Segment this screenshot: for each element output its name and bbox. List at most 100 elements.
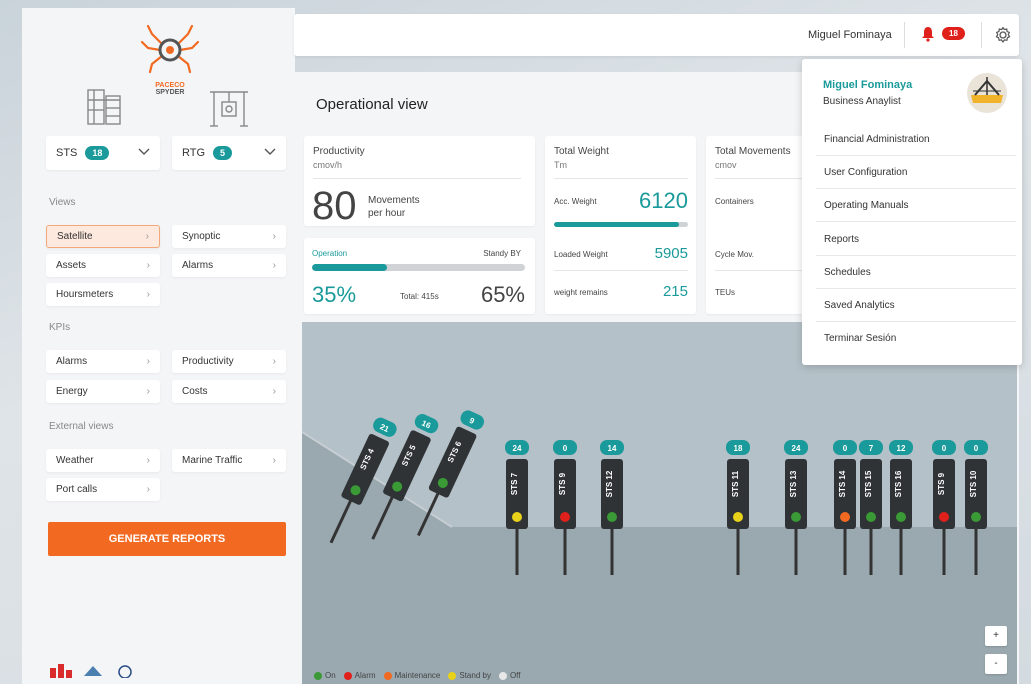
view-satellite[interactable]: Satellite › [46, 225, 160, 248]
view-hoursmeters[interactable]: Hoursmeters › [46, 283, 160, 306]
chevron-right-icon: › [272, 386, 276, 397]
kpi-productivity[interactable]: Productivity › [172, 350, 286, 373]
crane-status-dot [939, 512, 949, 522]
status-legend: On Alarm Maintenance Stand by Off [314, 671, 520, 680]
kpi-alarms[interactable]: Alarms › [46, 350, 160, 373]
crane-name: STS 9 [937, 472, 946, 495]
crane-status-dot [560, 512, 570, 522]
chevron-right-icon: › [272, 356, 276, 367]
crane-count: 7 [869, 444, 874, 453]
crane-name: STS 9 [558, 472, 567, 495]
user-dropdown-menu: Miguel Fominaya Business Anaylist Financ… [802, 59, 1022, 365]
view-assets[interactable]: Assets › [46, 254, 160, 277]
avatar[interactable] [967, 73, 1007, 113]
containers-label: Containers [715, 197, 754, 206]
footer-logos [50, 664, 136, 678]
crane-status-dot [607, 512, 617, 522]
view-synoptic[interactable]: Synoptic › [172, 225, 286, 248]
nav-label: Productivity [182, 356, 234, 367]
rtg-selector-label: RTG [182, 147, 206, 159]
nav-label: Costs [182, 386, 208, 397]
kpi-energy[interactable]: Energy › [46, 380, 160, 403]
crane-count: 24 [513, 444, 522, 453]
rtg-crane-icon [210, 91, 248, 127]
crane-count: 0 [942, 444, 947, 453]
nav-label: Assets [56, 260, 87, 271]
zoom-in-button[interactable]: + [985, 626, 1007, 646]
kpi-costs[interactable]: Costs › [172, 380, 286, 403]
weight-card: Total Weight Tm Acc. Weight 6120 Loaded … [545, 136, 696, 314]
menu-item-financial-administration[interactable]: Financial Administration [816, 123, 1016, 156]
productivity-caption: Movements per hour [368, 194, 420, 220]
notification-count-badge[interactable]: 18 [942, 27, 965, 40]
terminal-map-layer: 21STS 416STS 59STS 6 24STS 70STS 914STS 1… [302, 410, 1017, 684]
external-weather[interactable]: Weather › [46, 449, 160, 472]
user-avatar-image [967, 73, 1007, 113]
legend-dot [448, 671, 457, 680]
operation-percent: 35% [312, 282, 357, 307]
view-alarms[interactable]: Alarms › [172, 254, 286, 277]
chevron-right-icon: › [272, 260, 276, 271]
menu-item-operating-manuals[interactable]: Operating Manuals [816, 189, 1016, 222]
menu-user-name: Miguel Fominaya [823, 79, 913, 91]
legend-label: Off [509, 671, 521, 680]
teus-label: TEUs [715, 288, 735, 297]
logo-text-line2: SPYDER [155, 89, 185, 96]
nav-label: Satellite [57, 231, 93, 242]
acc-weight-value: 6120 [639, 188, 688, 213]
weight-remains-label: weight remains [554, 288, 608, 297]
chevron-right-icon: › [145, 231, 149, 242]
operation-total: Total: 415s [400, 292, 439, 301]
acc-weight-bar-fill [554, 222, 679, 227]
crane-status-dot [733, 512, 743, 522]
satellite-map[interactable]: 21 STS 4 16 STS 5 9 STS 6 24 STS 7 0 STS 9 14 STS 1… [302, 322, 1017, 684]
crane-count: 0 [843, 444, 848, 453]
productivity-card: Productivity cmov/h 80 Movements per hou… [304, 136, 535, 226]
logo-text-line1: PACECO [155, 82, 185, 89]
sts-selector-label: STS [56, 147, 78, 159]
menu-item-user-configuration[interactable]: User Configuration [816, 156, 1016, 189]
legend-item: Off [498, 671, 521, 680]
menu-item-reports[interactable]: Reports [816, 223, 1016, 256]
external-port-calls[interactable]: Port calls › [46, 478, 160, 501]
weight-title: Total Weight [554, 146, 609, 157]
external-marine-traffic[interactable]: Marine Traffic › [172, 449, 286, 472]
acc-weight-bar [554, 222, 688, 227]
crane-count: 12 [897, 444, 906, 453]
legend-item: Maintenance [383, 671, 441, 680]
rtg-selector[interactable]: RTG 5 [172, 136, 286, 170]
paceco-spyder-logo[interactable]: PACECO SPYDER [140, 18, 200, 100]
legend-label: Stand by [459, 671, 491, 680]
cycle-mov-label: Cycle Mov. [715, 250, 754, 259]
user-name[interactable]: Miguel Fominaya [808, 29, 892, 41]
movements-unit: cmov [715, 160, 737, 170]
chevron-right-icon: › [272, 455, 276, 466]
menu-item-saved-analytics[interactable]: Saved Analytics [816, 289, 1016, 322]
zoom-out-button[interactable]: - [985, 654, 1007, 674]
productivity-caption-line2: per hour [368, 208, 406, 219]
movements-title: Total Movements [715, 146, 791, 157]
nav-label: Port calls [56, 484, 98, 495]
crane-count: 14 [608, 444, 617, 453]
chevron-down-icon [264, 147, 276, 159]
generate-reports-button[interactable]: GENERATE REPORTS [48, 522, 286, 556]
weight-remains-value: 215 [662, 283, 688, 300]
menu-item-logout[interactable]: Terminar Sesión [816, 322, 1016, 355]
crane-count: 24 [792, 444, 801, 453]
logo-text: PACECO SPYDER [140, 82, 200, 96]
chevron-right-icon: › [146, 356, 150, 367]
divider [904, 22, 905, 48]
legend-item: Alarm [343, 671, 376, 680]
menu-item-schedules[interactable]: Schedules [816, 256, 1016, 289]
bell-icon[interactable] [920, 26, 936, 42]
legend-label: Maintenance [394, 671, 441, 680]
nav-label: Energy [56, 386, 88, 397]
legend-dot [343, 671, 352, 680]
operation-card: Operation Standy BY 35% Total: 415s 65% [304, 238, 535, 314]
sts-selector[interactable]: STS 18 [46, 136, 160, 170]
productivity-title: Productivity [313, 146, 365, 157]
gear-icon[interactable] [994, 26, 1012, 44]
crane-status-dot [971, 512, 981, 522]
nav-label: Hoursmeters [56, 289, 114, 300]
loaded-weight-value: 5905 [654, 245, 688, 262]
